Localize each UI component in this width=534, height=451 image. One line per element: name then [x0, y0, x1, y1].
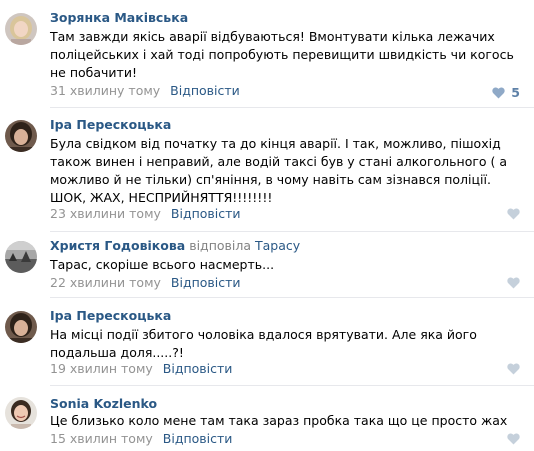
- author-line: Sonia Kozlenko: [50, 396, 157, 412]
- avatar-photo-landscape-icon: [5, 241, 37, 273]
- reply-link[interactable]: Відповісти: [163, 431, 233, 446]
- reply-link[interactable]: Відповісти: [163, 361, 233, 376]
- avatar[interactable]: [5, 241, 37, 273]
- replied-label: відповіла: [189, 238, 252, 253]
- heart-icon: [507, 363, 520, 375]
- comment-time[interactable]: 23 хвилини тому: [50, 206, 161, 221]
- like-button[interactable]: [507, 363, 520, 375]
- like-button[interactable]: [507, 433, 520, 445]
- comment-meta: 23 хвилини тому Відповісти: [50, 206, 241, 222]
- divider: [50, 231, 534, 232]
- comment-text: На місці події збитого чоловіка вдалося …: [50, 327, 477, 360]
- author-name[interactable]: Зорянка Маківська: [50, 10, 188, 25]
- author-name[interactable]: Іра Перескоцька: [50, 117, 171, 132]
- reply-link[interactable]: Відповісти: [171, 275, 241, 290]
- author-line: Христя Годовікова відповіла Тарасу: [50, 238, 300, 254]
- author-name[interactable]: Іра Перескоцька: [50, 308, 171, 323]
- avatar[interactable]: [5, 120, 37, 152]
- like-button[interactable]: [507, 208, 520, 220]
- avatar[interactable]: [5, 311, 37, 343]
- comment-text: Це близько коло мене там така зараз проб…: [50, 413, 508, 428]
- comment-item: Іра Перескоцька Була свідком від початку…: [0, 117, 534, 232]
- comment-text: Там завжди якісь аварії відбуваються! Вм…: [50, 29, 514, 80]
- reply-to-link[interactable]: Тарасу: [255, 238, 300, 253]
- author-name[interactable]: Христя Годовікова: [50, 238, 185, 253]
- comment-item: Зорянка Маківська Там завжди якісь аварі…: [0, 10, 534, 108]
- comment-meta: 22 хвилини тому Відповісти: [50, 275, 241, 291]
- heart-icon: [507, 208, 520, 220]
- avatar-photo-woman-brunette-icon: [5, 120, 37, 152]
- reply-link[interactable]: Відповісти: [170, 83, 240, 98]
- avatar[interactable]: [5, 397, 37, 429]
- heart-icon: [507, 433, 520, 445]
- comment-text: Тарас, скоріше всього насмерть...: [50, 257, 275, 272]
- author-name[interactable]: Sonia Kozlenko: [50, 396, 157, 411]
- avatar-photo-woman-blonde-icon: [5, 13, 37, 45]
- like-count: 5: [511, 85, 520, 100]
- comment-item: Sonia Kozlenko Це близько коло мене там …: [0, 396, 534, 451]
- heart-icon: [492, 86, 505, 98]
- comment-meta: 19 хвилин тому Відповісти: [50, 361, 232, 377]
- comment-item: Христя Годовікова відповіла Тарасу Тарас…: [0, 238, 534, 298]
- reply-link[interactable]: Відповісти: [171, 206, 241, 221]
- avatar[interactable]: [5, 13, 37, 45]
- comments-list: Зорянка Маківська Там завжди якісь аварі…: [0, 0, 534, 451]
- heart-icon: [507, 277, 520, 289]
- comment-meta: 31 хвилину тому Відповісти: [50, 83, 240, 99]
- comment-time[interactable]: 15 хвилин тому: [50, 431, 153, 446]
- divider: [50, 107, 534, 108]
- comment-time[interactable]: 22 хвилини тому: [50, 275, 161, 290]
- avatar-photo-woman-smiling-icon: [5, 397, 37, 429]
- divider: [50, 297, 534, 298]
- author-line: Іра Перескоцька: [50, 308, 171, 324]
- author-line: Іра Перескоцька: [50, 117, 171, 133]
- comment-time[interactable]: 31 хвилину тому: [50, 83, 160, 98]
- avatar-photo-woman-brunette-icon: [5, 311, 37, 343]
- comment-time[interactable]: 19 хвилин тому: [50, 361, 153, 376]
- author-line: Зорянка Маківська: [50, 10, 188, 26]
- comment-meta: 15 хвилин тому Відповісти: [50, 431, 232, 447]
- comment-text: Була свідком від початку та до кінця ава…: [50, 136, 508, 205]
- like-button[interactable]: 5: [492, 85, 520, 100]
- like-button[interactable]: [507, 277, 520, 289]
- comment-item: Іра Перескоцька На місці події збитого ч…: [0, 308, 534, 386]
- divider: [50, 385, 534, 386]
